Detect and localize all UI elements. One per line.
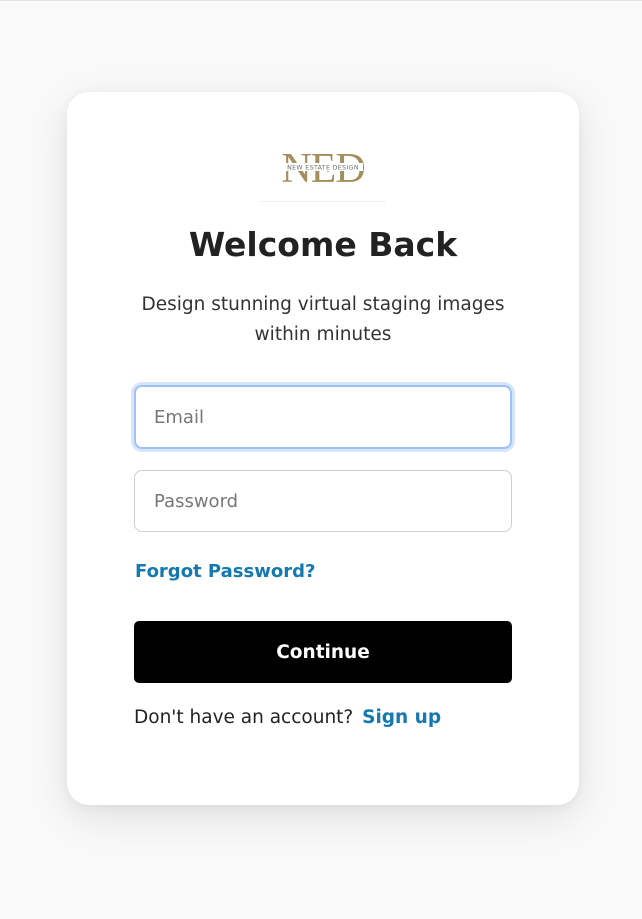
signup-row: Don't have an account? Sign up [134,707,441,728]
page-subtitle: Design stunning virtual staging images w… [141,294,505,345]
signup-link[interactable]: Sign up [362,707,441,728]
logo-tagline: NEW ESTATE DESIGN [287,165,359,172]
continue-button[interactable]: Continue [134,621,512,683]
email-input[interactable] [134,385,512,449]
signup-prompt: Don't have an account? [134,707,354,728]
brand-logo: NED NEW ESTATE DESIGN [279,146,367,186]
password-input[interactable] [134,470,512,532]
page-title: Welcome Back [188,225,458,264]
login-card: NED NEW ESTATE DESIGN Welcome Back Desig… [67,92,579,805]
logo-divider [260,201,386,202]
forgot-password-link[interactable]: Forgot Password? [135,561,315,582]
